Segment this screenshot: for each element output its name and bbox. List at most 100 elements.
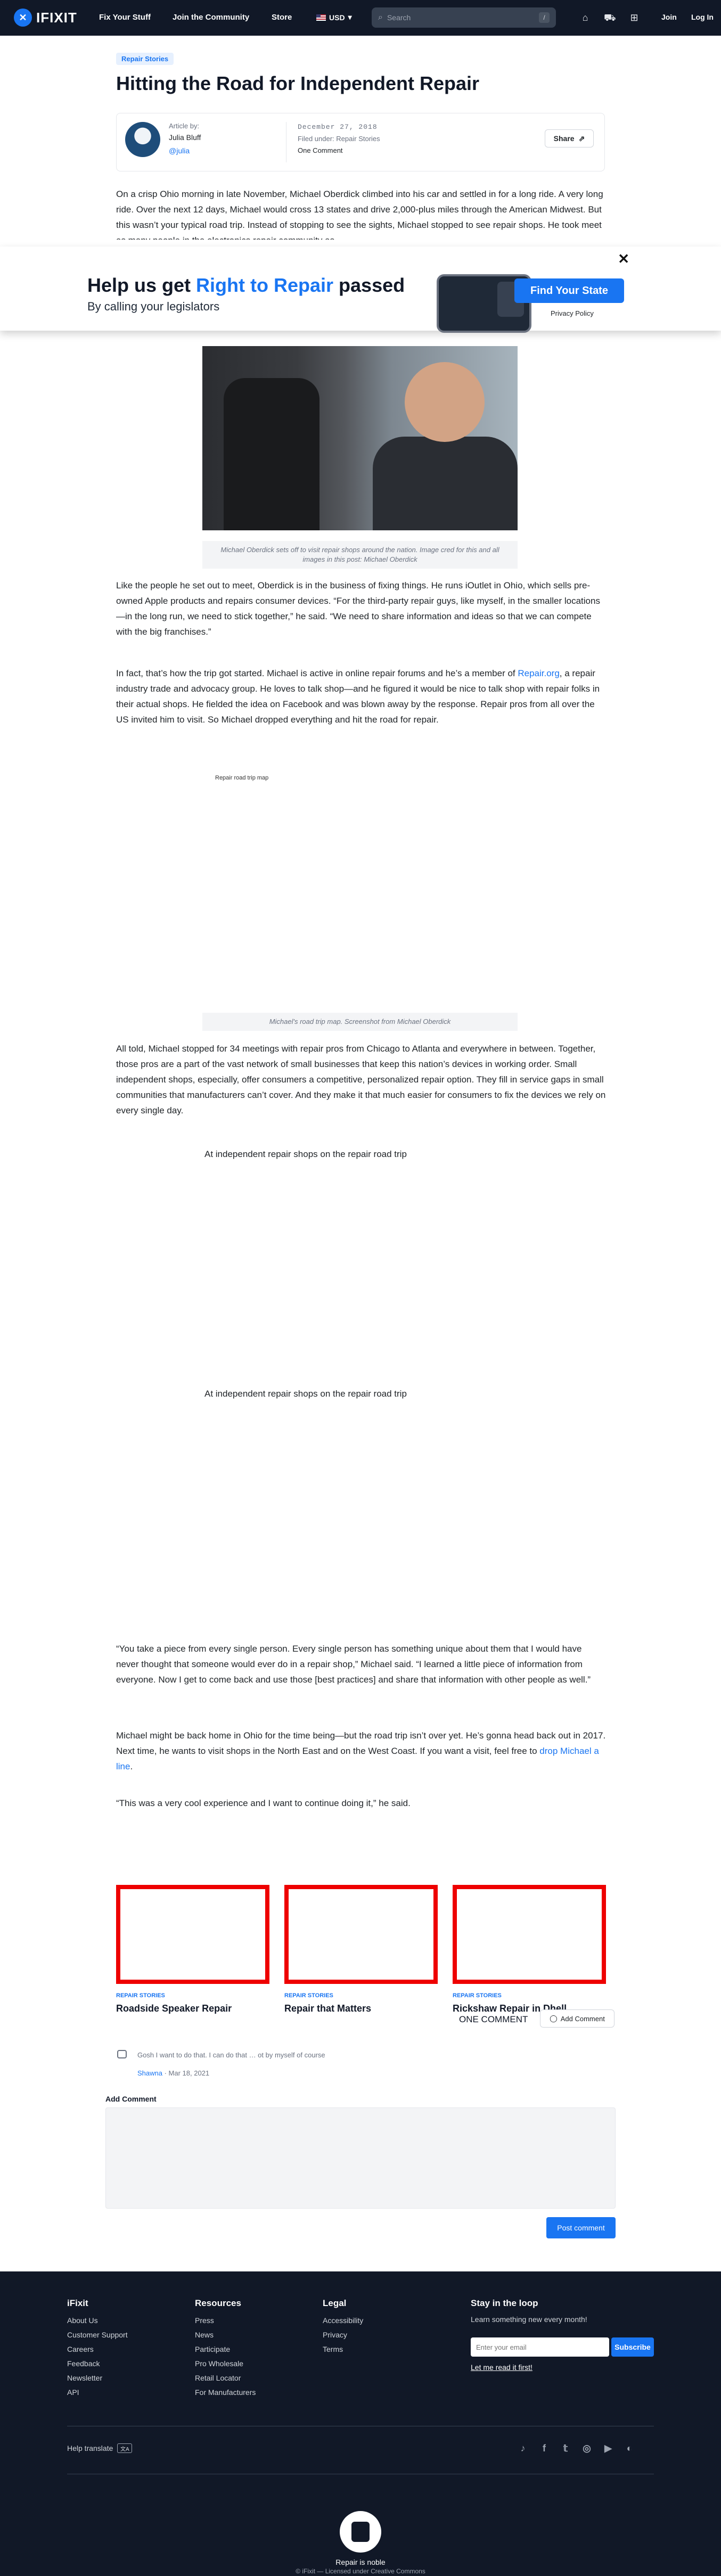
paragraph-quote: “You take a piece from every single pers… <box>116 1644 591 1685</box>
footer-link[interactable]: Accessibility <box>323 2316 363 2325</box>
newsletter-title: Stay in the loop <box>471 2298 538 2308</box>
discourse-icon[interactable]: ◐ <box>622 2441 637 2456</box>
related-title: Roadside Speaker Repair <box>116 2003 232 2014</box>
repair-guide-icon[interactable]: ⌂ <box>579 12 591 23</box>
post-comment-button[interactable]: Post comment <box>546 2217 616 2238</box>
read-it-first-link[interactable]: Let me read it first! <box>471 2363 532 2372</box>
filed-link[interactable]: Repair Stories <box>336 135 380 143</box>
login-link[interactable]: Log In <box>691 13 714 21</box>
translate-icon: 文A <box>117 2443 133 2453</box>
comment-icon: ◯ <box>550 2014 558 2022</box>
facebook-icon[interactable]: f <box>537 2441 552 2456</box>
add-comment-label: Add Comment <box>105 2095 157 2103</box>
ifixit-logo-icon: ✕ <box>14 9 32 27</box>
related-title: Repair that Matters <box>284 2003 372 2014</box>
help-translate[interactable]: Help translate 文A <box>67 2443 133 2453</box>
repair-is-noble-badge <box>340 2511 381 2553</box>
author-handle[interactable]: @julia <box>169 146 190 155</box>
site-footer: iFixit About Us Customer Support Careers… <box>0 2271 721 2576</box>
avatar[interactable] <box>125 122 160 157</box>
help-translate-label: Help translate <box>67 2444 113 2452</box>
author-box: Article by: Julia Bluff @julia December … <box>116 113 605 171</box>
footer-link[interactable]: API <box>67 2388 128 2397</box>
footer-link[interactable]: Press <box>195 2316 256 2325</box>
add-comment-button[interactable]: ◯ Add Comment <box>540 2009 615 2028</box>
related-tag: REPAIR STORIES <box>453 1992 502 1999</box>
close-icon[interactable]: ✕ <box>618 252 629 266</box>
footer-link[interactable]: Participate <box>195 2345 256 2353</box>
p3-text-a: In fact, that’s how the trip got started… <box>116 668 518 678</box>
footer-link[interactable]: For Manufacturers <box>195 2388 256 2397</box>
comment-bubble-icon <box>117 2050 127 2058</box>
footer-link[interactable]: Customer Support <box>67 2331 128 2339</box>
share-button[interactable]: Share ⇗ <box>545 129 594 147</box>
footer-col-legal: Legal Accessibility Privacy Terms <box>323 2298 363 2359</box>
author-name[interactable]: Julia Bluff <box>169 133 201 142</box>
twitter-icon[interactable]: 𝕥 <box>558 2441 573 2456</box>
search-icon: ⌕ <box>378 13 383 22</box>
footer-link[interactable]: Careers <box>67 2345 128 2353</box>
currency-selector[interactable]: USD ▾ <box>316 13 352 22</box>
related-article-card[interactable]: REPAIR STORIES Repair that Matters <box>284 1885 438 2014</box>
article-photo <box>202 346 518 530</box>
related-thumbnail <box>116 1885 269 1984</box>
ifixit-logo[interactable]: ✕ IFIXIT <box>14 9 77 27</box>
page-title: Hitting the Road for Independent Repair <box>116 72 479 94</box>
paragraph-intro: On a crisp Ohio morning in late November… <box>116 189 603 240</box>
paragraph-meetings: All told, Michael stopped for 34 meeting… <box>116 1044 606 1115</box>
related-article-card[interactable]: REPAIR STORIES Rickshaw Repair in Dhell <box>453 1885 606 2014</box>
publish-date: December 27, 2018 <box>298 123 378 131</box>
banner-head-b: passed <box>333 274 405 296</box>
us-flag-icon <box>316 14 326 21</box>
comment-meta: Shawna · Mar 18, 2021 <box>137 2069 210 2077</box>
footer-link[interactable]: Privacy <box>323 2331 363 2339</box>
footer-link[interactable]: About Us <box>67 2316 128 2325</box>
paragraph-closing: “This was a very cool experience and I w… <box>116 1798 411 1808</box>
photo-caption: Michael Oberdick sets off to visit repai… <box>202 541 518 569</box>
nav-store[interactable]: Store <box>272 13 292 22</box>
category-tag[interactable]: Repair Stories <box>116 53 174 65</box>
banner-head-a: Help us get <box>87 274 196 296</box>
footer-link[interactable]: Feedback <box>67 2359 128 2368</box>
language-icon[interactable]: ⊞ <box>628 12 640 23</box>
footer-link[interactable]: News <box>195 2331 256 2339</box>
footer-link[interactable]: Retail Locator <box>195 2374 256 2382</box>
embedded-gallery[interactable]: At independent repair shops on the repai… <box>202 1389 518 1612</box>
footer-heading: Legal <box>323 2298 347 2308</box>
comment-author[interactable]: Shawna <box>137 2069 162 2077</box>
comment-textarea[interactable] <box>105 2107 616 2209</box>
youtube-icon[interactable]: ▶ <box>601 2441 616 2456</box>
email-field[interactable] <box>471 2337 609 2357</box>
newsletter-subtitle: Learn something new every month! <box>471 2315 587 2324</box>
footer-link[interactable]: Pro Wholesale <box>195 2359 256 2368</box>
p6-text-b: . <box>130 1761 133 1771</box>
share-icon: ⇗ <box>578 134 585 143</box>
footer-link[interactable]: Terms <box>323 2345 363 2353</box>
join-link[interactable]: Join <box>661 13 677 21</box>
top-navbar: ✕ IFIXIT Fix Your Stuff Join the Communi… <box>0 0 721 36</box>
footer-link[interactable]: Newsletter <box>67 2374 128 2382</box>
nav-fix-your-stuff[interactable]: Fix Your Stuff <box>99 13 151 22</box>
instagram-icon[interactable]: ◎ <box>579 2441 594 2456</box>
filed-label: Filed under: <box>298 135 334 143</box>
subscribe-button[interactable]: Subscribe <box>611 2337 654 2357</box>
filed-under: Filed under: Repair Stories <box>298 135 380 143</box>
related-article-card[interactable]: REPAIR STORIES Roadside Speaker Repair <box>116 1885 269 2014</box>
share-label: Share <box>553 134 575 143</box>
person-body <box>373 437 518 530</box>
privacy-policy-link[interactable]: Privacy Policy <box>551 309 594 317</box>
repair-org-link[interactable]: Repair.org <box>518 668 559 678</box>
tiktok-icon[interactable]: ♪ <box>515 2441 530 2456</box>
nav-join-community[interactable]: Join the Community <box>173 13 249 22</box>
currency-label: USD <box>329 13 345 22</box>
embed-title: At independent repair shops on the repai… <box>204 1149 407 1159</box>
comment-count-link[interactable]: One Comment <box>298 146 343 154</box>
road-trip-map: Repair road trip map <box>202 770 518 999</box>
logo-text: IFIXIT <box>36 9 77 26</box>
embedded-gallery[interactable]: At independent repair shops on the repai… <box>202 1149 518 1373</box>
cart-icon[interactable]: ⛟ <box>604 12 616 23</box>
comment-text: Gosh I want to do that. I can do that … … <box>137 2051 325 2059</box>
search-input[interactable] <box>387 13 535 22</box>
find-your-state-button[interactable]: Find Your State <box>514 278 624 303</box>
license-text: © iFixit — Licensed under Creative Commo… <box>296 2567 425 2575</box>
